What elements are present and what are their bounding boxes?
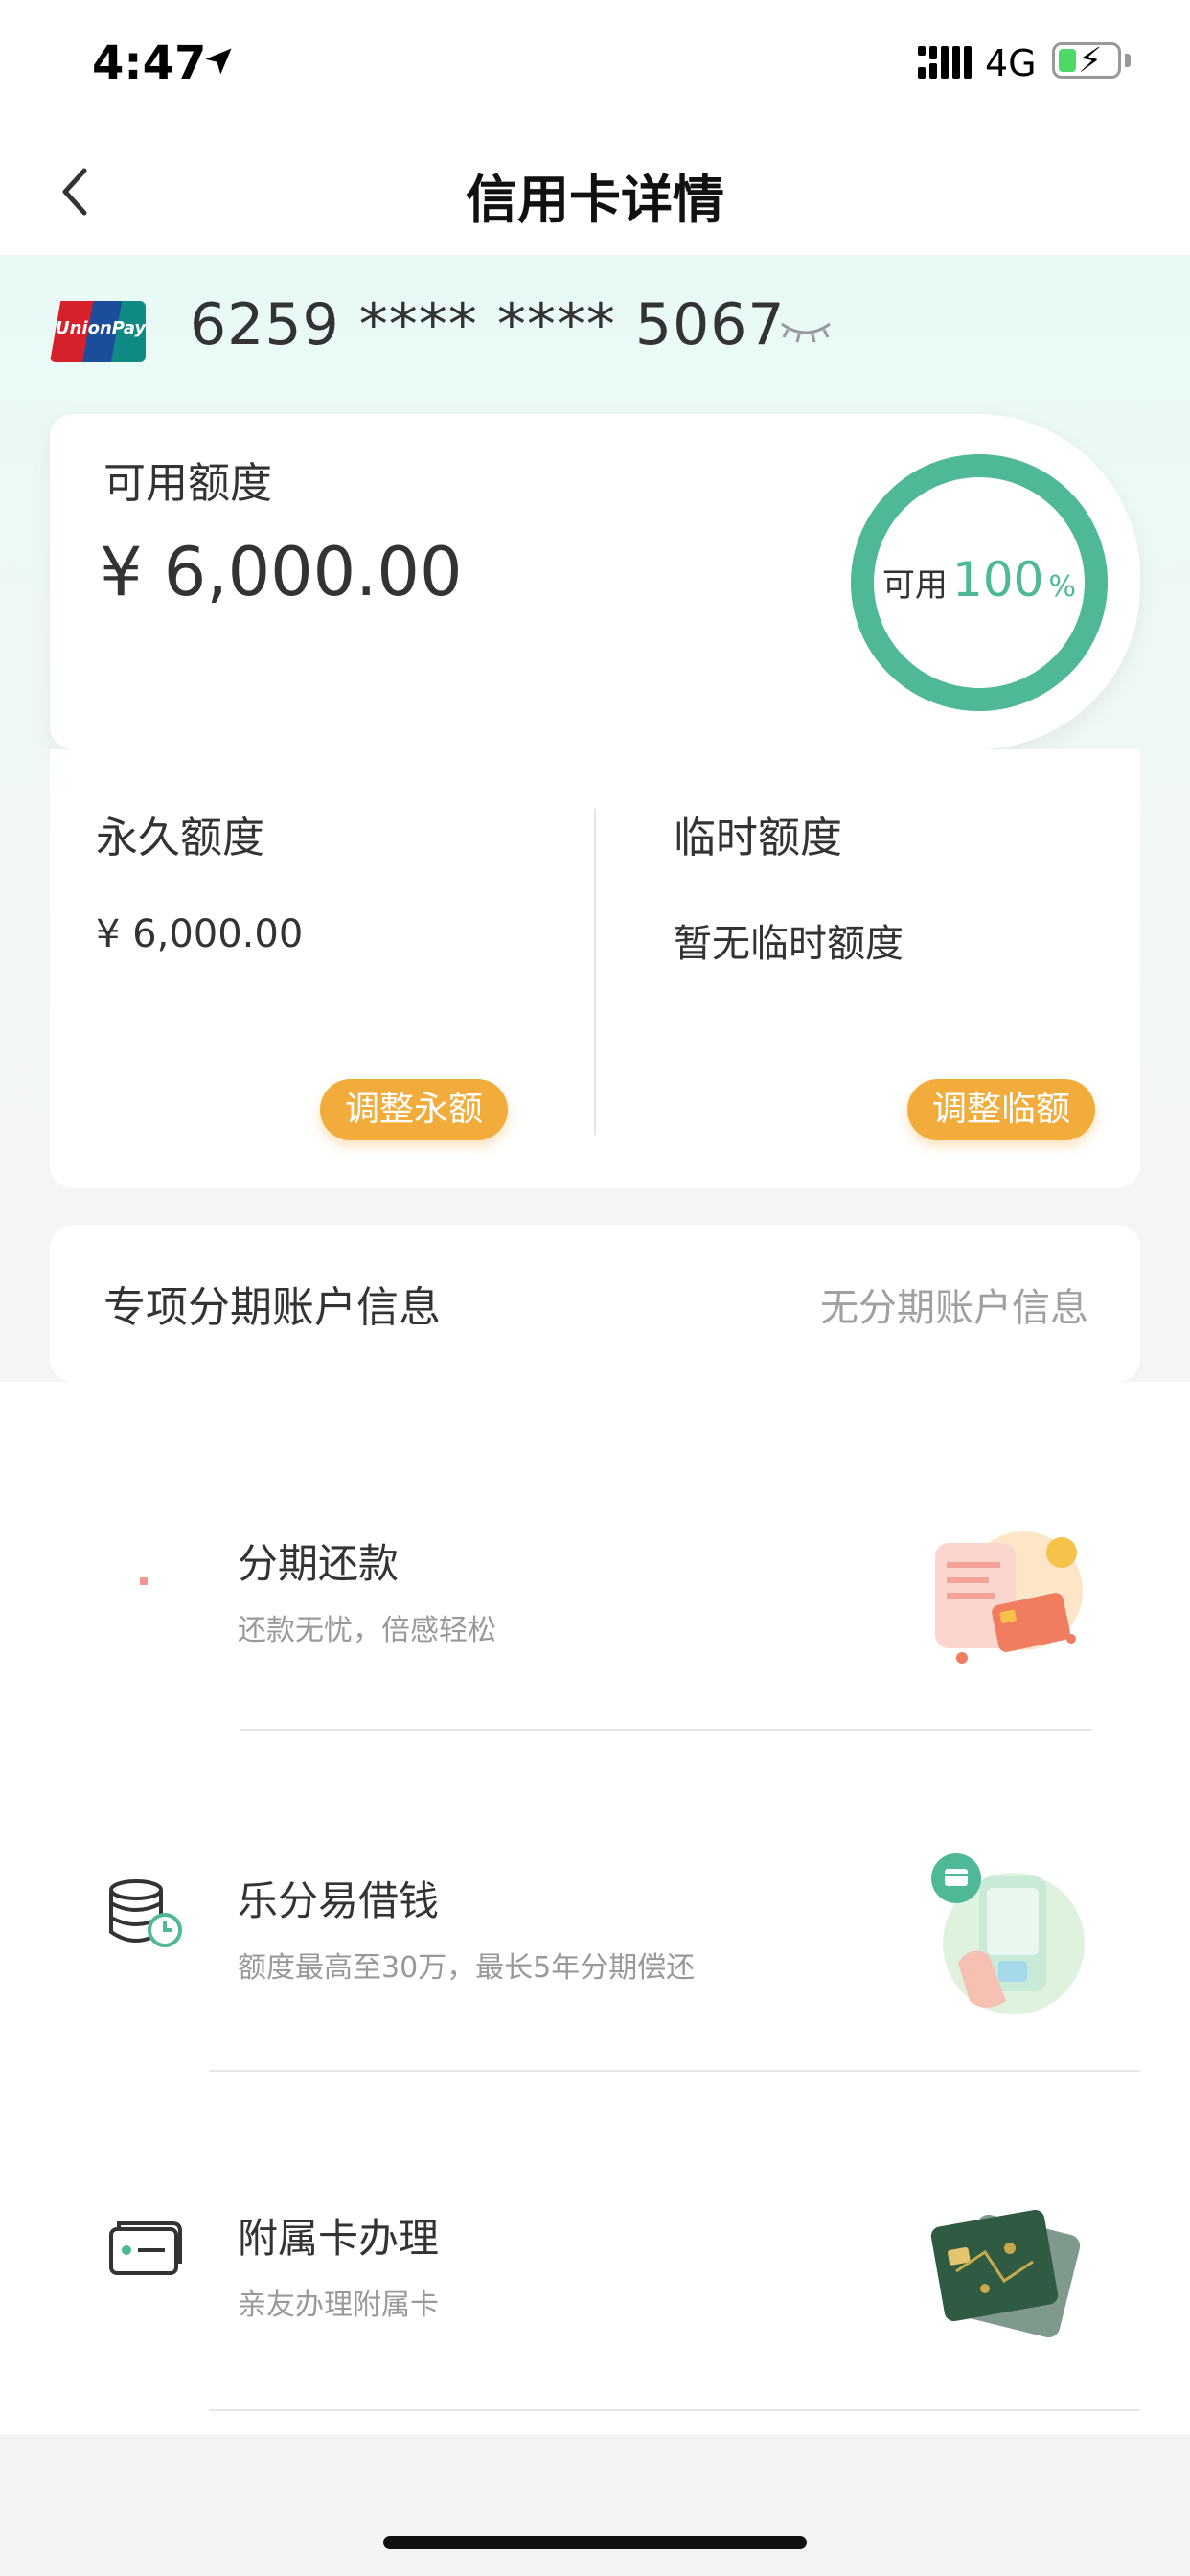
stacked-cards-illustration-icon xyxy=(930,2209,1081,2338)
home-indicator xyxy=(383,2536,807,2549)
service-title: 附属卡办理 xyxy=(238,2215,440,2262)
status-bar: 4:47 4G ⚡ xyxy=(0,0,1190,125)
installment-account-row[interactable]: 专项分期账户信息 无分期账户信息 xyxy=(50,1225,1140,1382)
bill-cards-illustration-icon xyxy=(935,1531,1083,1664)
unionpay-logo: UnionPay 银联 xyxy=(50,301,146,362)
service-item-installment-repay[interactable]: 分期还款 还款无忧，倍感轻松 xyxy=(0,1418,1190,1756)
temporary-limit-value: 暂无临时额度 xyxy=(674,922,904,966)
ring-percent-sign: % xyxy=(1048,570,1077,604)
service-item-supplementary-card[interactable]: 附属卡办理 亲友办理附属卡 xyxy=(0,2093,1190,2430)
battery-cap xyxy=(1125,54,1131,67)
card-number: 6259 **** **** 5067 xyxy=(190,291,786,358)
service-title: 分期还款 xyxy=(238,1540,400,1587)
row-divider xyxy=(240,1729,1092,1731)
available-credit-card: 可用额度 ¥ 6,000.00 可用 100 % xyxy=(50,414,1140,749)
row-divider xyxy=(209,2070,1140,2072)
location-arrow-icon xyxy=(205,48,232,75)
temporary-limit: 临时额度 暂无临时额度 调整临额 xyxy=(595,749,1140,1188)
service-subtitle: 亲友办理附属卡 xyxy=(238,2288,439,2322)
available-label: 可用额度 xyxy=(103,459,272,508)
installment-account-value: 无分期账户信息 xyxy=(820,1286,1088,1330)
adjust-temporary-button[interactable]: 调整临额 xyxy=(907,1079,1096,1140)
battery-icon: ⚡ xyxy=(1052,41,1121,80)
permanent-limit: 永久额度 ¥ 6,000.00 调整永额 xyxy=(50,749,595,1188)
ring-label: 可用 xyxy=(881,566,948,605)
service-subtitle: 还款无忧，倍感轻松 xyxy=(238,1614,496,1647)
permanent-limit-title: 永久额度 xyxy=(96,814,264,862)
network-type: 4G xyxy=(985,42,1037,84)
bottom-safe-area xyxy=(0,2434,1190,2576)
ring-percent: 100 xyxy=(952,552,1044,608)
available-amount: ¥ 6,000.00 xyxy=(100,533,463,611)
card-section: UnionPay 银联 6259 **** **** 5067 可用额度 ¥ 6… xyxy=(0,255,1190,1382)
nav-bar: 信用卡详情 xyxy=(0,125,1190,255)
adjust-permanent-button[interactable]: 调整永额 xyxy=(320,1079,509,1140)
installment-account-label: 专项分期账户信息 xyxy=(103,1283,441,1332)
temporary-limit-title: 临时额度 xyxy=(674,814,842,862)
phone-hand-illustration-icon xyxy=(931,1853,1085,2014)
service-title: 乐分易借钱 xyxy=(238,1877,440,1924)
services-list: 分期还款 还款无忧，倍感轻松 乐分易借钱 额度最高至30万，最长5年分期偿还 附… xyxy=(0,1418,1190,2434)
service-item-loan[interactable]: 乐分易借钱 额度最高至30万，最长5年分期偿还 xyxy=(0,1756,1190,2093)
available-ring: 可用 100 % xyxy=(845,448,1113,717)
page-title: 信用卡详情 xyxy=(466,170,724,230)
service-subtitle: 额度最高至30万，最长5年分期偿还 xyxy=(238,1951,696,1985)
permanent-limit-value: ¥ 6,000.00 xyxy=(96,912,304,956)
limits-card: 永久额度 ¥ 6,000.00 调整永额 临时额度 暂无临时额度 调整临额 xyxy=(50,749,1140,1188)
coins-clock-icon xyxy=(109,1879,182,1947)
installment-repay-icon xyxy=(140,1577,148,1585)
card-icon xyxy=(109,2221,182,2275)
row-divider xyxy=(209,2409,1140,2411)
ring-text: 可用 100 % xyxy=(845,552,1113,608)
eye-closed-icon[interactable] xyxy=(778,316,834,345)
status-time: 4:47 xyxy=(92,36,207,90)
